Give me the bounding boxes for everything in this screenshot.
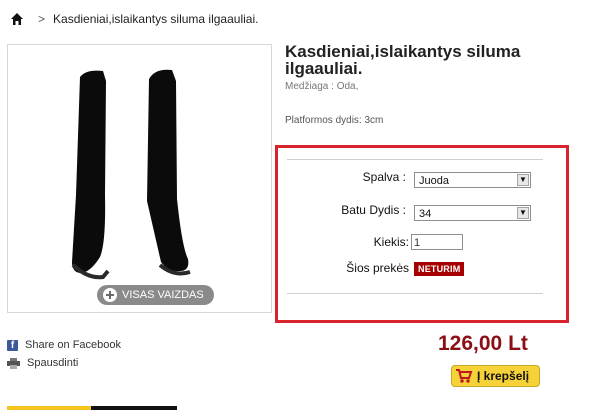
bottom-tab-black[interactable] <box>91 406 177 410</box>
add-to-cart-button[interactable]: Į krepšelį <box>451 365 540 387</box>
print-icon <box>7 357 20 369</box>
size-select[interactable]: 34 ▼ <box>414 205 531 221</box>
zoom-button[interactable]: VISAS VAIZDAS <box>97 285 214 305</box>
product-material: Medžiaga : Oda, <box>285 81 359 92</box>
quantity-input[interactable]: 1 <box>411 234 463 250</box>
product-price: 126,00 Lt <box>438 332 528 355</box>
home-icon[interactable] <box>10 12 24 26</box>
facebook-label: Share on Facebook <box>25 339 122 351</box>
stock-label: Šios prekės <box>346 261 409 275</box>
color-select[interactable]: Juoda ▼ <box>414 172 531 188</box>
zoom-icon <box>103 288 117 302</box>
zoom-label: VISAS VAIZDAS <box>122 289 204 301</box>
product-title: Kasdieniai,islaikantys siluma ilgaauliai… <box>285 42 521 78</box>
product-image[interactable]: VISAS VAIZDAS <box>7 44 272 313</box>
print-label: Spausdinti <box>27 357 79 369</box>
color-value: Juoda <box>419 175 449 187</box>
breadcrumb-current: Kasdieniai,islaikantys siluma ilgaauliai… <box>53 12 259 26</box>
cart-icon <box>455 368 473 384</box>
size-label: Batu Dydis : <box>341 203 406 217</box>
facebook-icon: f <box>7 339 18 351</box>
bottom-tab-yellow[interactable] <box>7 406 91 410</box>
chevron-down-icon[interactable]: ▼ <box>517 174 529 186</box>
chevron-down-icon[interactable]: ▼ <box>517 207 529 219</box>
breadcrumb: > Kasdieniai,islaikantys siluma ilgaauli… <box>10 10 258 28</box>
divider <box>287 293 543 294</box>
product-options: Spalva : Juoda ▼ Batu Dydis : 34 ▼ Kieki… <box>275 145 569 323</box>
breadcrumb-separator: > <box>38 12 46 26</box>
quantity-label: Kiekis: <box>373 235 409 249</box>
color-label: Spalva : <box>362 170 406 184</box>
product-platform-size: Platformos dydis: 3cm <box>285 115 384 126</box>
stock-badge: NETURIM <box>414 262 465 276</box>
boots-image <box>71 69 191 280</box>
share-facebook-link[interactable]: f Share on Facebook <box>7 338 121 352</box>
size-value: 34 <box>419 208 432 220</box>
divider <box>287 159 543 160</box>
add-to-cart-label: Į krepšelį <box>477 369 530 383</box>
print-link[interactable]: Spausdinti <box>7 356 78 370</box>
